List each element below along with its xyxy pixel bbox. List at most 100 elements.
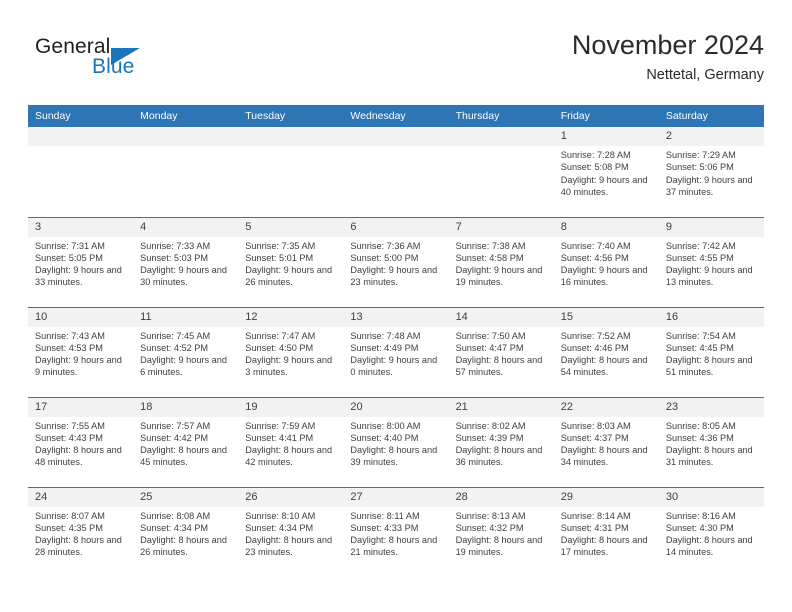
day-number: 23 bbox=[658, 397, 764, 417]
calendar-day-cell[interactable]: 7 Sunrise: 7:38 AM Sunset: 4:58 PM Daylight… bbox=[448, 216, 554, 307]
daylight-text: Daylight: 8 hours and 42 minutes. bbox=[245, 445, 333, 468]
calendar-day-cell[interactable]: 17 Sunrise: 7:55 AM Sunset: 4:43 PM Dayligh… bbox=[28, 396, 134, 487]
sunrise-text: Sunrise: 8:00 AM bbox=[350, 420, 421, 431]
calendar-day-cell[interactable]: 14 Sunrise: 7:50 AM Sunset: 4:47 PM Dayligh… bbox=[448, 306, 554, 397]
daylight-text: Daylight: 8 hours and 14 minutes. bbox=[665, 535, 753, 558]
calendar-day-cell[interactable]: 19 Sunrise: 7:59 AM Sunset: 4:41 PM Dayligh… bbox=[238, 396, 344, 487]
day-number: 1 bbox=[553, 127, 659, 146]
calendar-day-cell[interactable]: 10 Sunrise: 7:43 AM Sunset: 4:53 PM Dayligh… bbox=[28, 306, 134, 397]
daylight-text: Daylight: 8 hours and 48 minutes. bbox=[35, 445, 122, 468]
day-number: 6 bbox=[343, 217, 449, 237]
daylight-text: Daylight: 9 hours and 30 minutes. bbox=[140, 265, 227, 288]
calendar-day-cell[interactable]: 4 Sunrise: 7:33 AM Sunset: 5:03 PM Daylight… bbox=[133, 216, 239, 307]
day-details: Sunrise: 7:50 AM Sunset: 4:47 PM Daylight:… bbox=[449, 327, 554, 379]
day-number: 14 bbox=[448, 307, 554, 327]
day-details: Sunrise: 7:35 AM Sunset: 5:01 PM Daylight:… bbox=[238, 237, 343, 289]
sunset-text: Sunset: 4:34 PM bbox=[245, 522, 314, 533]
calendar-day-cell[interactable]: 29 Sunrise: 8:14 AM Sunset: 4:31 PM Dayligh… bbox=[553, 486, 659, 577]
calendar-day-cell[interactable]: 25 Sunrise: 8:08 AM Sunset: 4:34 PM Dayligh… bbox=[133, 486, 239, 577]
day-number: 11 bbox=[133, 307, 239, 327]
day-details: Sunrise: 8:00 AM Sunset: 4:40 PM Daylight:… bbox=[343, 417, 448, 469]
sunrise-text: Sunrise: 7:52 AM bbox=[560, 330, 631, 341]
daylight-text: Daylight: 9 hours and 3 minutes. bbox=[245, 355, 333, 378]
calendar-day-cell[interactable]: 16 Sunrise: 7:54 AM Sunset: 4:45 PM Dayligh… bbox=[658, 306, 764, 397]
sunset-text: Sunset: 4:43 PM bbox=[35, 432, 103, 443]
calendar-day-cell[interactable]: 9 Sunrise: 7:42 AM Sunset: 4:55 PM Daylight… bbox=[658, 216, 764, 307]
calendar-header-row: Sunday Monday Tuesday Wednesday Thursday Frid… bbox=[28, 105, 764, 127]
location-label: Nettetal, Germany bbox=[646, 67, 764, 83]
sunrise-text: Sunrise: 7:33 AM bbox=[140, 240, 211, 251]
sunset-text: Sunset: 4:33 PM bbox=[350, 522, 419, 533]
calendar-day-cell[interactable]: 21 Sunrise: 8:02 AM Sunset: 4:39 PM Dayligh… bbox=[448, 396, 554, 487]
sunset-text: Sunset: 5:01 PM bbox=[245, 252, 314, 263]
sunset-text: Sunset: 4:31 PM bbox=[560, 522, 629, 533]
sunset-text: Sunset: 5:06 PM bbox=[665, 162, 734, 173]
calendar-day-cell[interactable]: 5 Sunrise: 7:35 AM Sunset: 5:01 PM Daylight… bbox=[238, 216, 344, 307]
calendar-day-cell[interactable]: 11 Sunrise: 7:45 AM Sunset: 4:52 PM Dayligh… bbox=[133, 306, 239, 397]
calendar-grid: Sunday Monday Tuesday Wednesday Thursday Frid… bbox=[28, 105, 764, 577]
day-details: Sunrise: 8:10 AM Sunset: 4:34 PM Daylight:… bbox=[238, 507, 343, 559]
daylight-text: Daylight: 8 hours and 45 minutes. bbox=[140, 445, 227, 468]
calendar-day-cell[interactable]: 12 Sunrise: 7:47 AM Sunset: 4:50 PM Dayligh… bbox=[238, 306, 344, 397]
day-details: Sunrise: 8:07 AM Sunset: 4:35 PM Daylight:… bbox=[28, 507, 133, 559]
calendar-day-cell[interactable]: 8 Sunrise: 7:40 AM Sunset: 4:56 PM Daylight… bbox=[553, 216, 659, 307]
sunrise-text: Sunrise: 7:47 AM bbox=[245, 330, 316, 341]
day-number: 10 bbox=[28, 307, 134, 327]
sunset-text: Sunset: 4:55 PM bbox=[665, 252, 734, 263]
day-details: Sunrise: 7:47 AM Sunset: 4:50 PM Daylight:… bbox=[238, 327, 343, 379]
sunset-text: Sunset: 4:46 PM bbox=[560, 342, 629, 353]
logo-text-blue: Blue bbox=[92, 55, 135, 78]
calendar-day-cell[interactable]: 26 Sunrise: 8:10 AM Sunset: 4:34 PM Dayligh… bbox=[238, 486, 344, 577]
sunrise-text: Sunrise: 8:16 AM bbox=[665, 510, 736, 521]
sunset-text: Sunset: 4:50 PM bbox=[245, 342, 314, 353]
sunset-text: Sunset: 4:35 PM bbox=[35, 522, 103, 533]
sunrise-text: Sunrise: 7:28 AM bbox=[560, 150, 631, 160]
calendar-day-cell[interactable]: 22 Sunrise: 8:03 AM Sunset: 4:37 PM Dayligh… bbox=[553, 396, 659, 487]
day-details: Sunrise: 8:03 AM Sunset: 4:37 PM Daylight:… bbox=[554, 417, 659, 469]
day-details: Sunrise: 8:14 AM Sunset: 4:31 PM Daylight:… bbox=[554, 507, 659, 559]
day-details: Sunrise: 7:38 AM Sunset: 4:58 PM Daylight:… bbox=[449, 237, 554, 289]
day-details: Sunrise: 7:33 AM Sunset: 5:03 PM Daylight:… bbox=[133, 237, 238, 289]
calendar-week-row: 24 Sunrise: 8:07 AM Sunset: 4:35 PM Dayligh… bbox=[28, 486, 764, 577]
sunrise-text: Sunrise: 7:40 AM bbox=[560, 240, 631, 251]
calendar-day-cell-empty bbox=[448, 127, 554, 217]
calendar-day-cell[interactable]: 27 Sunrise: 8:11 AM Sunset: 4:33 PM Dayligh… bbox=[343, 486, 449, 577]
daylight-text: Daylight: 8 hours and 21 minutes. bbox=[350, 535, 438, 558]
daylight-text: Daylight: 8 hours and 54 minutes. bbox=[560, 355, 648, 378]
sunrise-text: Sunrise: 7:45 AM bbox=[140, 330, 211, 341]
daylight-text: Daylight: 9 hours and 26 minutes. bbox=[245, 265, 333, 288]
day-details: Sunrise: 8:05 AM Sunset: 4:36 PM Daylight:… bbox=[659, 417, 764, 469]
day-details: Sunrise: 7:29 AM Sunset: 5:06 PM Daylight:… bbox=[659, 146, 764, 198]
calendar-day-cell[interactable]: 2 Sunrise: 7:29 AM Sunset: 5:06 PM Daylight… bbox=[658, 127, 764, 217]
daylight-text: Daylight: 8 hours and 17 minutes. bbox=[560, 535, 648, 558]
calendar-day-cell[interactable]: 24 Sunrise: 8:07 AM Sunset: 4:35 PM Dayligh… bbox=[28, 486, 134, 577]
calendar-day-cell[interactable]: 1 Sunrise: 7:28 AM Sunset: 5:08 PM Daylight… bbox=[553, 127, 659, 217]
weekday-header-thursday: Thursday bbox=[448, 105, 554, 127]
day-number: 24 bbox=[28, 487, 134, 507]
sunrise-text: Sunrise: 7:59 AM bbox=[245, 420, 316, 431]
day-number: 19 bbox=[238, 397, 344, 417]
calendar-day-cell[interactable]: 3 Sunrise: 7:31 AM Sunset: 5:05 PM Daylight… bbox=[28, 216, 134, 307]
general-blue-logo[interactable]: General Blue bbox=[35, 35, 215, 91]
calendar-day-cell[interactable]: 30 Sunrise: 8:16 AM Sunset: 4:30 PM Dayligh… bbox=[658, 486, 764, 577]
sunset-text: Sunset: 4:52 PM bbox=[140, 342, 209, 353]
calendar-day-cell[interactable]: 15 Sunrise: 7:52 AM Sunset: 4:46 PM Dayligh… bbox=[553, 306, 659, 397]
weekday-header-monday: Monday bbox=[133, 105, 239, 127]
day-number: 7 bbox=[448, 217, 554, 237]
calendar-day-cell[interactable]: 28 Sunrise: 8:13 AM Sunset: 4:32 PM Dayligh… bbox=[448, 486, 554, 577]
calendar-day-cell[interactable]: 20 Sunrise: 8:00 AM Sunset: 4:40 PM Dayligh… bbox=[343, 396, 449, 487]
daylight-text: Daylight: 9 hours and 40 minutes. bbox=[560, 174, 648, 197]
calendar-day-cell[interactable]: 18 Sunrise: 7:57 AM Sunset: 4:42 PM Dayligh… bbox=[133, 396, 239, 487]
calendar-page: General Blue November 2024 Nettetal, Ger… bbox=[0, 0, 792, 612]
calendar-day-cell[interactable]: 23 Sunrise: 8:05 AM Sunset: 4:36 PM Dayligh… bbox=[658, 396, 764, 487]
calendar-day-cell[interactable]: 6 Sunrise: 7:36 AM Sunset: 5:00 PM Daylight… bbox=[343, 216, 449, 307]
sunset-text: Sunset: 4:58 PM bbox=[455, 252, 524, 263]
sunrise-text: Sunrise: 8:14 AM bbox=[560, 510, 631, 521]
daylight-text: Daylight: 9 hours and 9 minutes. bbox=[35, 355, 122, 378]
sunset-text: Sunset: 5:03 PM bbox=[140, 252, 209, 263]
daylight-text: Daylight: 8 hours and 57 minutes. bbox=[455, 355, 543, 378]
sunrise-text: Sunrise: 7:50 AM bbox=[455, 330, 526, 341]
weekday-header-friday: Friday bbox=[553, 105, 659, 127]
calendar-day-cell[interactable]: 13 Sunrise: 7:48 AM Sunset: 4:49 PM Dayligh… bbox=[343, 306, 449, 397]
day-details: Sunrise: 7:42 AM Sunset: 4:55 PM Daylight:… bbox=[659, 237, 764, 289]
